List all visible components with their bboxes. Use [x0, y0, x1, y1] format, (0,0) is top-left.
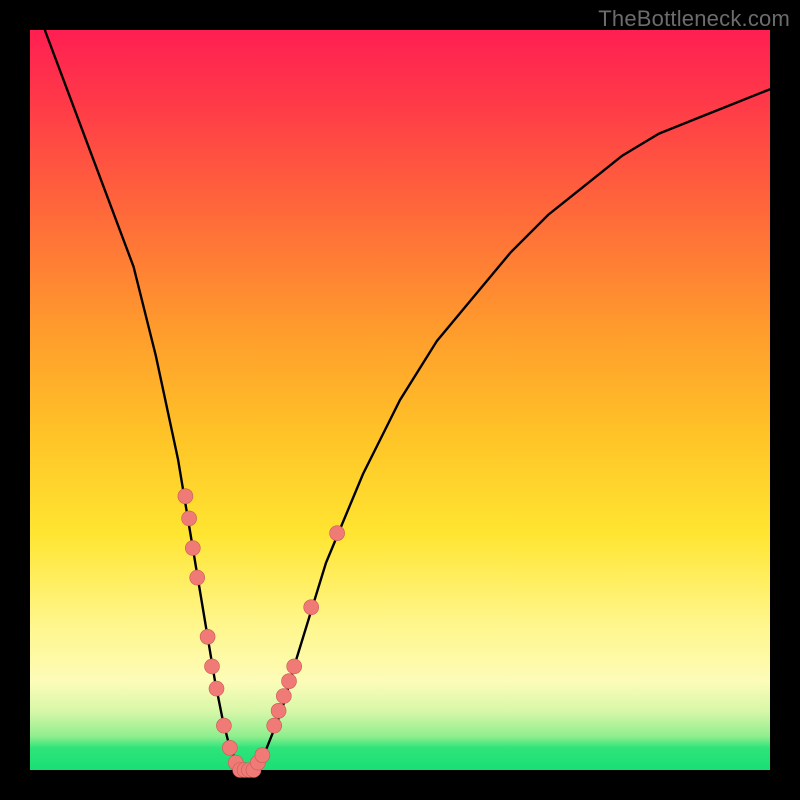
chart-stage: TheBottleneck.com: [0, 0, 800, 800]
curve-marker: [255, 748, 270, 763]
bottleneck-curve-path: [45, 30, 770, 770]
bottleneck-curve-svg: [30, 30, 770, 770]
curve-marker: [287, 659, 302, 674]
curve-marker: [271, 703, 286, 718]
curve-marker: [200, 629, 215, 644]
curve-marker: [190, 570, 205, 585]
curve-marker: [276, 689, 291, 704]
watermark-text: TheBottleneck.com: [598, 6, 790, 32]
curve-marker: [182, 511, 197, 526]
curve-marker: [209, 681, 224, 696]
curve-marker: [330, 526, 345, 541]
curve-marker: [216, 718, 231, 733]
curve-marker: [282, 674, 297, 689]
curve-marker: [304, 600, 319, 615]
plot-area: [30, 30, 770, 770]
curve-marker: [178, 489, 193, 504]
curve-marker: [185, 541, 200, 556]
curve-marker: [267, 718, 282, 733]
curve-marker: [205, 659, 220, 674]
curve-marker: [222, 740, 237, 755]
markers-group: [178, 489, 345, 778]
